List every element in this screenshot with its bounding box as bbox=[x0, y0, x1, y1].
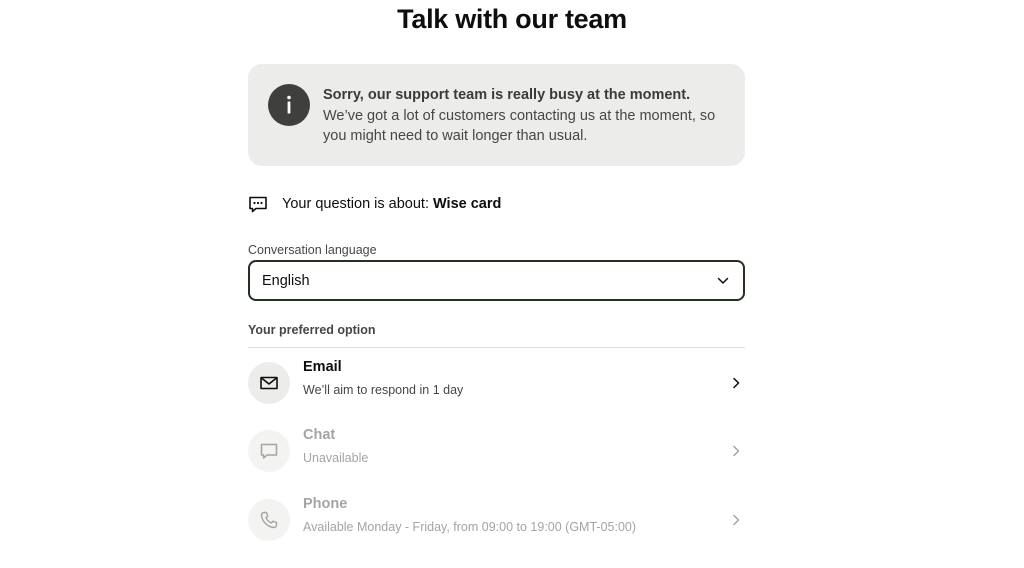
option-email[interactable]: Email We’ll aim to respond in 1 day bbox=[248, 356, 745, 412]
topic-prefix: Your question is about: bbox=[282, 196, 429, 212]
support-page: Talk with our team Sorry, our support te… bbox=[0, 0, 1024, 568]
chevron-right-icon bbox=[733, 514, 740, 526]
option-phone: Phone Available Monday - Friday, from 09… bbox=[248, 493, 745, 549]
preferred-option-heading: Your preferred option bbox=[248, 323, 376, 337]
option-chat-subtitle: Unavailable bbox=[303, 451, 369, 465]
option-email-title: Email bbox=[303, 359, 342, 375]
option-phone-subtitle: Available Monday - Friday, from 09:00 to… bbox=[303, 520, 637, 534]
option-phone-title: Phone bbox=[303, 496, 348, 512]
question-topic: Your question is about: Wise card bbox=[248, 194, 501, 214]
mail-icon bbox=[248, 362, 290, 404]
option-email-subtitle: We’ll aim to respond in 1 day bbox=[303, 383, 464, 397]
chevron-right-icon bbox=[733, 445, 740, 457]
topic-value: Wise card bbox=[433, 196, 502, 212]
language-selected-value: English bbox=[262, 272, 310, 289]
language-select[interactable]: English bbox=[248, 260, 745, 301]
content-column: Sorry, our support team is really busy a… bbox=[248, 0, 745, 568]
chevron-right-icon bbox=[733, 377, 740, 389]
busy-alert: Sorry, our support team is really busy a… bbox=[248, 64, 745, 166]
alert-body: We’ve got a lot of customers contacting … bbox=[323, 107, 716, 145]
option-chat: Chat Unavailable bbox=[248, 424, 745, 480]
chevron-down-icon bbox=[717, 277, 729, 284]
alert-text: Sorry, our support team is really busy a… bbox=[323, 85, 733, 147]
divider bbox=[248, 347, 745, 348]
chat-icon bbox=[248, 430, 290, 472]
option-chat-title: Chat bbox=[303, 427, 336, 443]
info-icon bbox=[268, 84, 310, 126]
chat-bubble-icon bbox=[249, 196, 267, 213]
phone-icon bbox=[248, 499, 290, 541]
alert-title: Sorry, our support team is really busy a… bbox=[323, 87, 691, 103]
language-label: Conversation language bbox=[248, 243, 377, 257]
